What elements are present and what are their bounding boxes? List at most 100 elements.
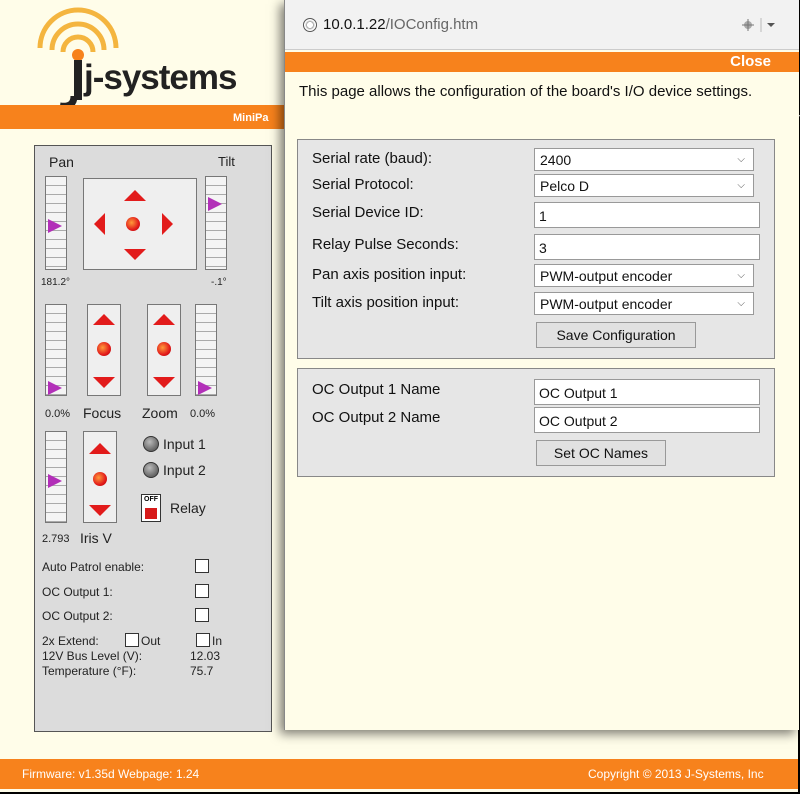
relay-state: OFF	[144, 496, 158, 503]
tilt-slider[interactable]	[205, 176, 227, 270]
chevron-down-icon: ⌵	[737, 270, 745, 281]
chevron-down-icon: ⌵	[737, 298, 745, 309]
url-text[interactable]: 10.0.1.22/IOConfig.htm	[323, 16, 478, 33]
oc-output2-checkbox[interactable]	[195, 608, 209, 622]
extension-menu-icon[interactable]	[740, 15, 780, 35]
close-bar: Close	[285, 52, 799, 72]
relay-toggle-button[interactable]: OFF	[141, 494, 161, 522]
oc1-name-input[interactable]: OC Output 1	[534, 379, 760, 405]
control-panel: Pan Tilt 181.2° -.1° 0.0% Focus Zoom 0.0…	[34, 145, 272, 732]
tilt-down-button[interactable]	[124, 249, 146, 260]
url-host: 10.0.1.22	[323, 16, 386, 33]
serial-rate-label: Serial rate (baud):	[312, 150, 433, 167]
oc-output2-label: OC Output 2:	[42, 609, 113, 623]
device-id-label: Serial Device ID:	[312, 204, 424, 221]
iris-down-button[interactable]	[89, 505, 111, 516]
close-button[interactable]: Close	[730, 53, 771, 70]
pan-slider[interactable]	[45, 176, 67, 270]
iris-slider-handle[interactable]	[48, 474, 62, 488]
iris-slider[interactable]	[45, 431, 67, 523]
iris-up-button[interactable]	[89, 443, 111, 454]
pan-label: Pan	[49, 154, 74, 170]
io-config-popup: 10.0.1.22/IOConfig.htm Close This page a…	[284, 0, 799, 730]
tilt-slider-handle[interactable]	[208, 197, 222, 211]
input1-label: Input 1	[163, 436, 206, 452]
intro-text: This page allows the configuration of th…	[299, 83, 753, 100]
oc1-name-label: OC Output 1 Name	[312, 381, 441, 398]
serial-protocol-label: Serial Protocol:	[312, 176, 414, 193]
extend-label: 2x Extend:	[42, 634, 99, 648]
serial-protocol-value: Pelco D	[540, 178, 590, 194]
extend-out-label: Out	[141, 634, 161, 648]
bus-level-value: 12.03	[190, 649, 221, 663]
footer-bar: Firmware: v1.35d Webpage: 1.24 Copyright…	[0, 759, 798, 789]
zoom-stop-button[interactable]	[157, 342, 171, 356]
temperature-label: Temperature (°F):	[42, 664, 137, 678]
tilt-label: Tilt	[218, 154, 235, 169]
oc-output1-label: OC Output 1:	[42, 585, 113, 599]
serial-rate-select[interactable]: 2400 ⌵	[534, 148, 754, 171]
tilt-value: -.1°	[211, 277, 227, 288]
pan-tilt-pad	[83, 178, 197, 270]
firmware-info: Firmware: v1.35d Webpage: 1.24	[22, 767, 200, 781]
focus-stop-button[interactable]	[97, 342, 111, 356]
pan-left-button[interactable]	[94, 213, 105, 235]
pan-value: 181.2°	[41, 277, 71, 288]
globe-icon	[303, 18, 317, 32]
tilt-input-label: Tilt axis position input:	[312, 294, 460, 311]
focus-value: 0.0%	[45, 408, 71, 420]
focus-slider[interactable]	[45, 304, 67, 396]
save-configuration-button[interactable]: Save Configuration	[536, 322, 696, 348]
zoom-slider[interactable]	[195, 304, 217, 396]
set-oc-names-button[interactable]: Set OC Names	[536, 440, 666, 466]
pan-right-button[interactable]	[162, 213, 173, 235]
extend-out-checkbox[interactable]	[125, 633, 139, 647]
oc-names-panel: OC Output 1 Name OC Output 1 OC Output 2…	[297, 368, 775, 477]
zoom-slider-handle[interactable]	[198, 381, 212, 395]
relay-label: Relay	[170, 500, 206, 516]
url-bar: 10.0.1.22/IOConfig.htm	[285, 0, 799, 50]
tilt-input-select[interactable]: PWM-output encoder ⌵	[534, 292, 754, 315]
chevron-down-icon: ⌵	[737, 180, 745, 191]
minipage-label: MiniPa	[233, 112, 269, 124]
iris-pad	[83, 431, 117, 523]
extend-in-label: In	[212, 634, 223, 648]
iris-value: 2.793	[42, 533, 70, 545]
relay-switch-icon	[145, 508, 157, 519]
extend-in-checkbox[interactable]	[196, 633, 210, 647]
pan-tilt-stop-button[interactable]	[126, 217, 140, 231]
device-id-input[interactable]: 1	[534, 202, 760, 228]
auto-patrol-label: Auto Patrol enable:	[42, 560, 145, 574]
focus-label: Focus	[83, 405, 122, 421]
pan-input-label: Pan axis position input:	[312, 266, 467, 283]
relay-pulse-input[interactable]: 3	[534, 234, 760, 260]
copyright: Copyright © 2013 J-Systems, Inc	[588, 767, 764, 781]
input2-indicator-icon	[143, 462, 159, 478]
focus-down-button[interactable]	[93, 377, 115, 388]
bus-level-label: 12V Bus Level (V):	[42, 649, 143, 663]
chevron-down-icon: ⌵	[737, 154, 745, 165]
logo: j-systems	[0, 0, 285, 120]
auto-patrol-checkbox[interactable]	[195, 559, 209, 573]
tilt-up-button[interactable]	[124, 190, 146, 201]
zoom-value: 0.0%	[190, 408, 216, 420]
oc2-name-input[interactable]: OC Output 2	[534, 407, 760, 433]
serial-protocol-select[interactable]: Pelco D ⌵	[534, 174, 754, 197]
serial-rate-value: 2400	[540, 152, 572, 168]
focus-up-button[interactable]	[93, 314, 115, 325]
zoom-pad	[147, 304, 181, 396]
relay-pulse-label: Relay Pulse Seconds:	[312, 236, 459, 253]
focus-slider-handle[interactable]	[48, 381, 62, 395]
url-path: /IOConfig.htm	[385, 16, 479, 33]
pan-slider-handle[interactable]	[48, 219, 62, 233]
oc-output1-checkbox[interactable]	[195, 584, 209, 598]
zoom-down-button[interactable]	[153, 377, 175, 388]
input1-indicator-icon	[143, 436, 159, 452]
pan-input-select[interactable]: PWM-output encoder ⌵	[534, 264, 754, 287]
zoom-up-button[interactable]	[153, 314, 175, 325]
logo-text: j-systems	[84, 58, 237, 97]
tilt-input-value: PWM-output encoder	[540, 296, 673, 312]
iris-stop-button[interactable]	[93, 472, 107, 486]
config-panel: Serial rate (baud): 2400 ⌵ Serial Protoc…	[297, 139, 775, 359]
zoom-label: Zoom	[142, 405, 178, 421]
